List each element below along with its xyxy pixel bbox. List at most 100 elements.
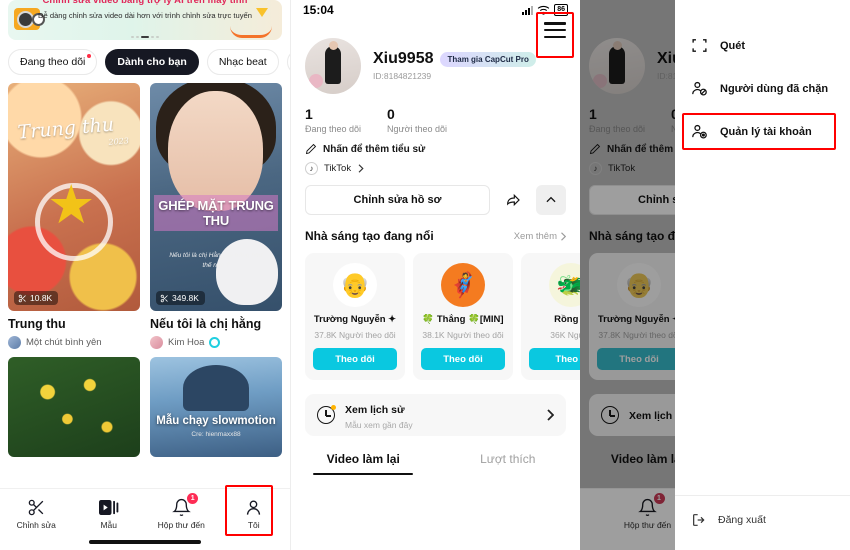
video-author[interactable]: Kim Hoa (150, 336, 282, 349)
promo-title: Chỉnh sửa video bằng trợ lý AI trên máy … (42, 0, 248, 6)
usage-badge: 349.8K (156, 291, 205, 305)
thumbnail-overlay-title: Mẫu chạy slowmotion (156, 415, 276, 427)
chip-dang-theo-doi[interactable]: Đang theo dõi (8, 49, 98, 75)
building-shape (183, 365, 249, 411)
chip-danh-cho-ban[interactable]: Dành cho bạn (105, 49, 199, 75)
drawer-menu: Quét Người dùng đã chặn Quản lý tài khoả… (675, 0, 850, 153)
creator-avatar: 🦸 (441, 263, 485, 307)
chevron-right-icon (561, 231, 566, 241)
tiktok-icon: ♪ (305, 162, 318, 175)
profile-tabs[interactable]: Video làm lại Lượt thích (291, 452, 580, 475)
drawer-item-quan-ly-tai-khoan[interactable]: Quản lý tài khoản (675, 110, 850, 153)
video-card[interactable]: Trung thu 2023 10.8K Trung thu Một chút … (8, 83, 140, 349)
creator-followers: 37.8K Người theo dõi (598, 330, 680, 340)
pencil-icon (589, 143, 601, 155)
tab-video-lam-lai[interactable]: Video làm lại (291, 452, 436, 475)
drawer-item-quet[interactable]: Quét (675, 24, 850, 67)
stat-following[interactable]: 1 Đang theo dõi (589, 106, 645, 134)
creator-card[interactable]: 🐲 Rồng C 36K Người Theo d (521, 253, 580, 380)
thumbnail-overlay-sub: Nếu tôi là chị Hằng sẽ trắng như thế nào… (169, 252, 263, 269)
promo-banner[interactable]: Chỉnh sửa video bằng trợ lý AI trên máy … (8, 0, 282, 40)
section-title: Nhà sáng tạo đang nổi (305, 229, 434, 243)
clock-icon (317, 405, 336, 424)
video-card[interactable] (8, 357, 140, 457)
creator-card[interactable]: 👴 Trường Nguyễn ✦ 37.8K Người theo dõi T… (305, 253, 405, 380)
logout-button[interactable]: Đăng xuất (675, 512, 850, 528)
face-shape (168, 91, 263, 211)
drawer-item-label: Quét (720, 39, 746, 52)
video-card[interactable]: GHÉP MẶT TRUNG THU Nếu tôi là chị Hằng s… (150, 83, 282, 349)
creator-avatar: 👴 (333, 263, 377, 307)
pro-badge[interactable]: Tham gia CapCut Pro (440, 51, 536, 67)
chip-nhac-beat[interactable]: Nhạc beat (206, 49, 279, 75)
category-chips[interactable]: Đang theo dõi Dành cho bạn Nhạc beat L (0, 40, 290, 83)
video-thumbnail[interactable] (8, 357, 140, 457)
chevron-right-icon (358, 164, 364, 173)
panel-drawer-open: Xiu9958 Tham gia CapCut Pro ID:818482123… (580, 0, 850, 550)
creator-card[interactable]: 🦸 🍀 Thắng 🍀[MIN] 38.1K Người theo dõi Th… (413, 253, 513, 380)
follow-button[interactable]: Theo dõi (421, 348, 505, 370)
thumbnail-overlay-sub: Cre: hienmaxx88 (191, 431, 241, 438)
tiktok-icon: ♪ (589, 162, 602, 175)
follow-button[interactable]: Theo d (529, 348, 580, 370)
stat-label: Đang theo dõi (589, 124, 646, 134)
tab-label: Hộp thư đến (157, 520, 205, 530)
video-card[interactable]: Mẫu chạy slowmotion Cre: hienmaxx88 (150, 357, 282, 457)
creator-followers: 37.8K Người theo dõi (314, 330, 396, 340)
stat-following[interactable]: 1 Đang theo dõi (305, 106, 361, 134)
history-card[interactable]: Xem lịch sử Mẫu xem gần đây (305, 394, 566, 436)
creator-name: 🍀 Thắng 🍀[MIN] (422, 314, 504, 325)
add-bio-button[interactable]: Nhấn để thêm tiểu sử (291, 134, 580, 155)
video-author[interactable]: Một chút bình yên (8, 336, 140, 349)
profile-actions: Chỉnh sửa hồ sơ (291, 175, 580, 215)
stat-followers[interactable]: 0 Người theo dõi (387, 106, 447, 134)
creator-name: Trường Nguyễn ✦ (313, 314, 397, 325)
author-name: Kim Hoa (168, 337, 205, 348)
tab-luot-thich[interactable]: Lượt thích (436, 452, 581, 475)
avatar (8, 336, 21, 349)
drawer-item-label: Người dùng đã chặn (720, 82, 829, 95)
follow-button[interactable]: Theo dõi (313, 348, 397, 370)
tab-label: Mẫu (100, 520, 118, 530)
thumbnail-overlay-title: GHÉP MẶT TRUNG THU (154, 195, 278, 231)
carousel-dots[interactable] (131, 36, 159, 38)
profile-stats: 1 Đang theo dõi 0 Người theo dõi (291, 94, 580, 134)
tiktok-link[interactable]: ♪ TikTok (291, 155, 580, 175)
clock-icon (601, 406, 619, 424)
name-row: Xiu9958 Tham gia CapCut Pro (373, 38, 536, 68)
tab-hop-thu-den[interactable]: 1 Hộp thư đến (145, 493, 218, 530)
drawer-item-nguoi-dung-da-chan[interactable]: Người dùng đã chặn (675, 67, 850, 110)
logout-icon (693, 514, 705, 526)
stat-label: Đang theo dõi (305, 124, 362, 134)
history-title: Xem lịch sử (345, 404, 405, 416)
avatar[interactable] (305, 38, 361, 94)
creator-avatar: 🐲 (549, 263, 580, 307)
collapse-button[interactable] (536, 185, 566, 215)
video-title: Trung thu (8, 317, 66, 331)
avatar-head (329, 41, 338, 50)
history-text: Xem lịch sử Mẫu xem gần đây (345, 400, 536, 430)
share-icon (507, 193, 520, 207)
tab-mau[interactable]: Mẫu (73, 496, 146, 530)
scan-icon (692, 39, 707, 52)
video-thumbnail[interactable]: Trung thu 2023 10.8K (8, 83, 140, 311)
edit-profile-button[interactable]: Chỉnh sửa hồ sơ (305, 185, 490, 215)
creator-followers: 38.1K Người theo dõi (422, 330, 504, 340)
creators-carousel[interactable]: 👴 Trường Nguyễn ✦ 37.8K Người theo dõi T… (291, 243, 580, 380)
tiktok-label: TikTok (324, 163, 352, 174)
follow-button[interactable]: Theo dõi (597, 348, 681, 370)
avatar (150, 336, 163, 349)
share-button[interactable] (498, 185, 528, 215)
chevron-up-icon (546, 196, 556, 203)
avatar-figure (325, 46, 341, 84)
video-thumbnail[interactable]: GHÉP MẶT TRUNG THU Nếu tôi là chị Hằng s… (150, 83, 282, 311)
home-indicator (89, 540, 201, 544)
creator-followers: 36K Người (550, 330, 580, 340)
see-more-button[interactable]: Xem thêm (514, 231, 566, 242)
tab-chinh-sua[interactable]: Chỉnh sửa (0, 496, 73, 530)
video-thumbnail[interactable]: Mẫu chạy slowmotion Cre: hienmaxx88 (150, 357, 282, 457)
scissors-icon (18, 294, 26, 302)
avatar[interactable] (589, 38, 645, 94)
creator-card[interactable]: 👴 Trường Nguyễn ✦ 37.8K Người theo dõi T… (589, 253, 689, 380)
notification-dot (87, 54, 92, 58)
